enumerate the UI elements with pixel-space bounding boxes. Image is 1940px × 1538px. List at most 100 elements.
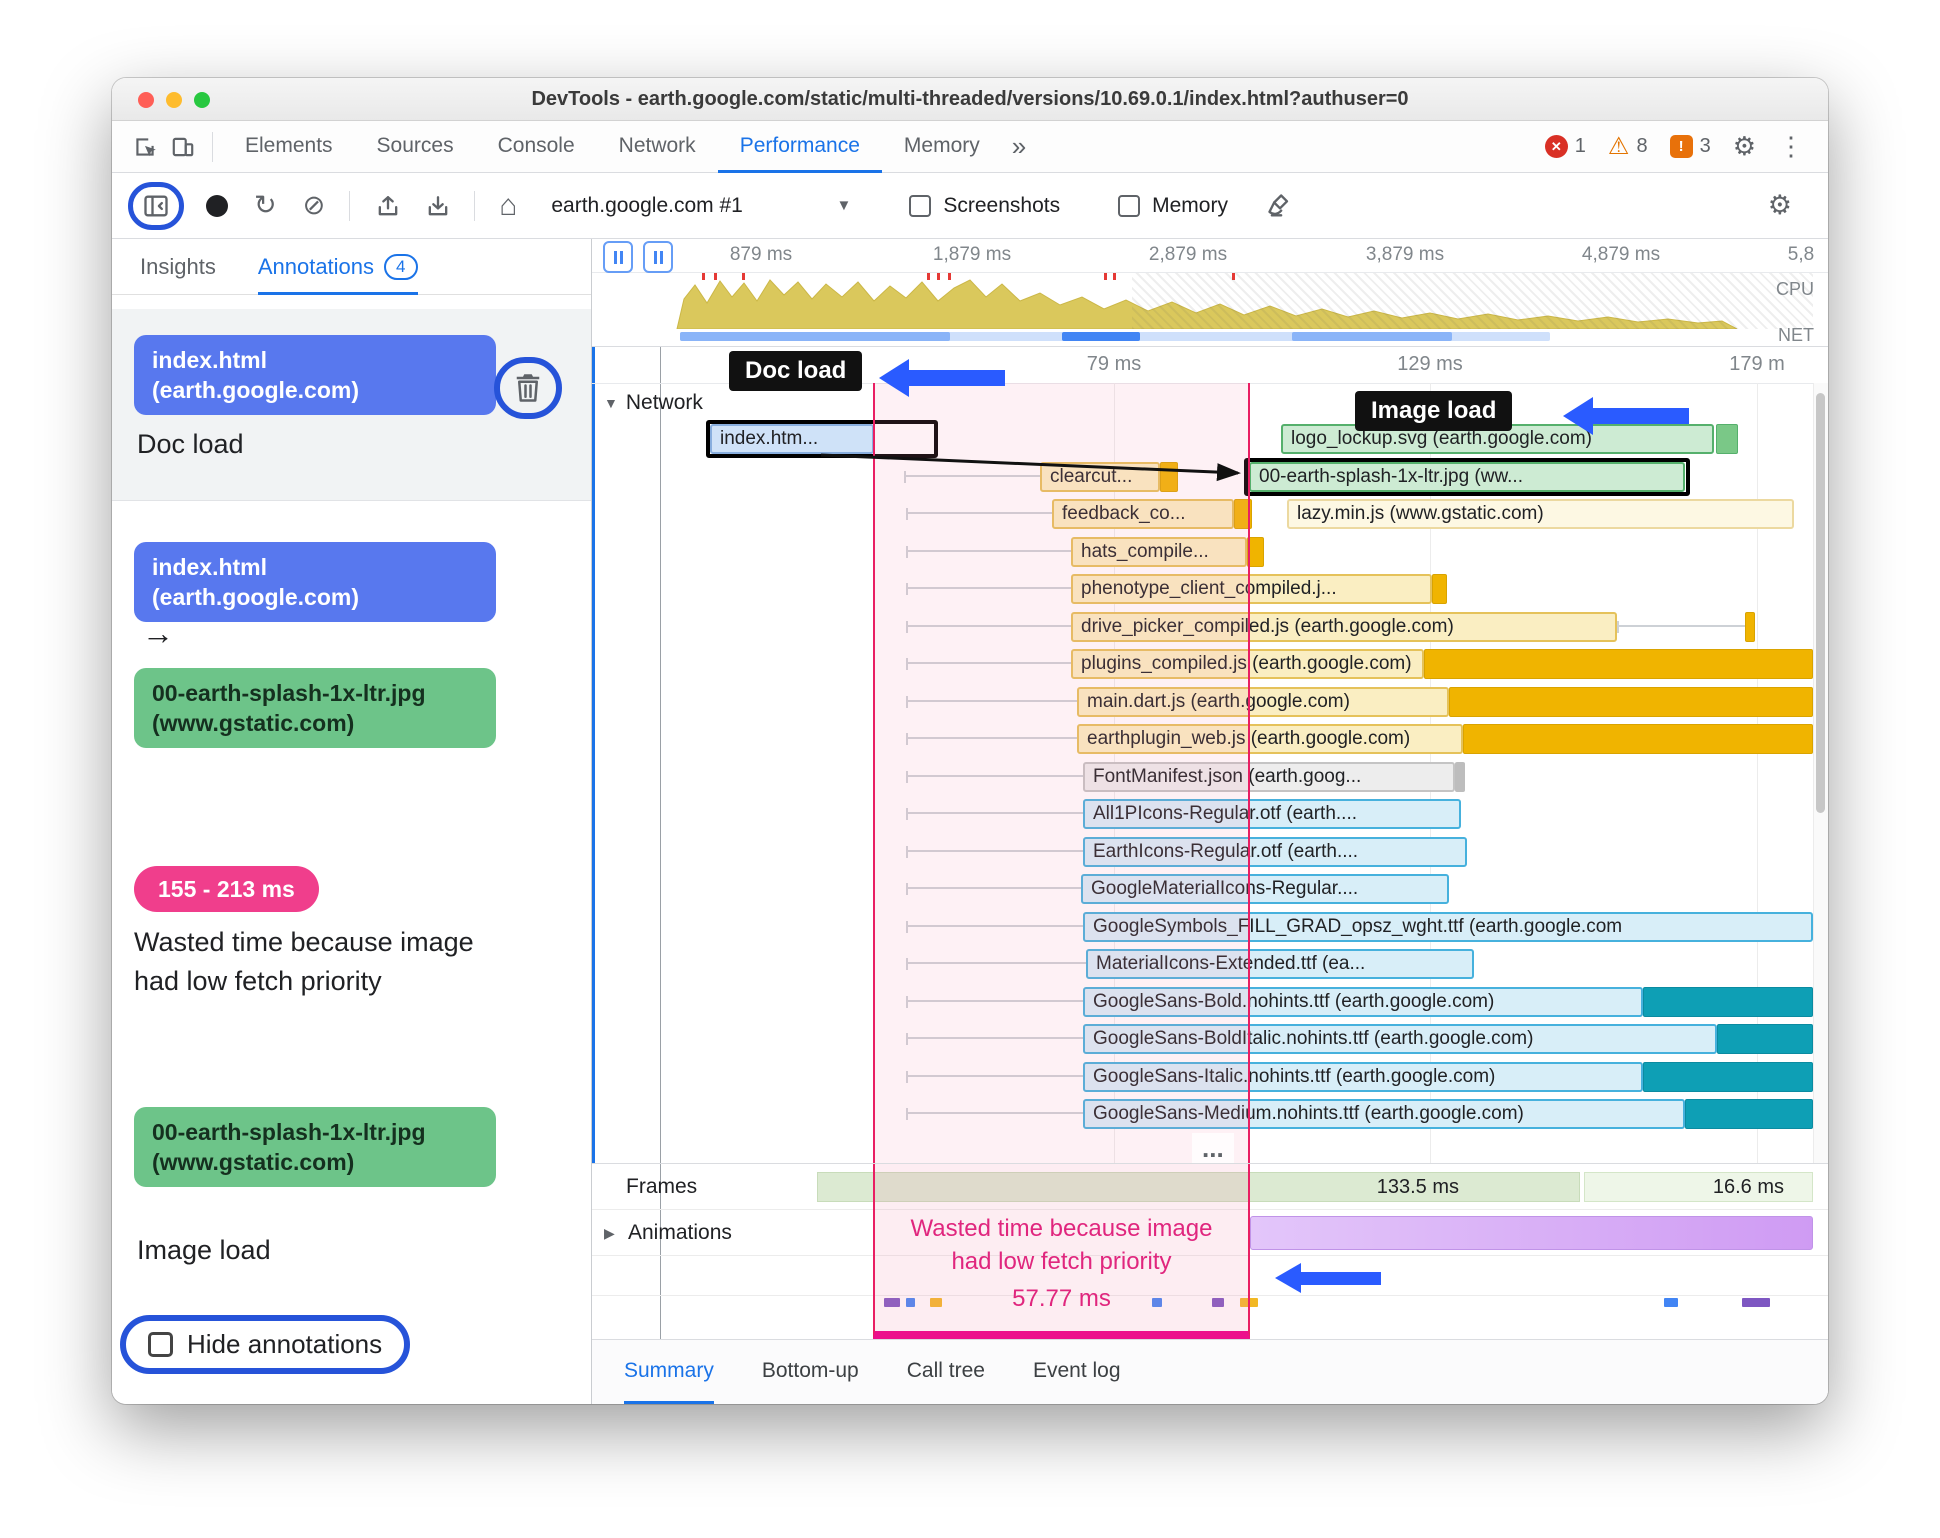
annotation-pill-link-from[interactable]: index.html (earth.google.com) — [134, 542, 496, 622]
memory-checkbox[interactable] — [1118, 194, 1141, 217]
request-bar[interactable]: lazy.min.js (www.gstatic.com) — [1287, 499, 1794, 529]
net-track-label: NET — [1778, 325, 1814, 345]
devtools-window: DevTools - earth.google.com/static/multi… — [112, 78, 1828, 1404]
network-request-row[interactable]: phenotype_client_compiled.j... — [592, 574, 1813, 604]
hide-annotations-checkbox[interactable] — [148, 1332, 173, 1357]
network-request-row[interactable]: GoogleMaterialIcons-Regular.... — [592, 874, 1813, 904]
tab-bottom-up[interactable]: Bottom-up — [762, 1340, 859, 1404]
request-bar[interactable]: GoogleSans-Italic.nohints.ttf (earth.goo… — [1083, 1061, 1643, 1092]
annotation-pill-doc-load[interactable]: index.html (earth.google.com) — [134, 335, 496, 415]
network-request-row[interactable]: plugins_compiled.js (earth.google.com) — [592, 649, 1813, 679]
request-bar[interactable]: earthplugin_web.js (earth.google.com) — [1077, 724, 1463, 754]
request-bar[interactable]: main.dart.js (earth.google.com) — [1077, 686, 1449, 717]
network-request-row[interactable]: EarthIcons-Regular.otf (earth.... — [592, 836, 1813, 867]
request-bar[interactable]: GoogleSans-Bold.nohints.ttf (earth.googl… — [1083, 986, 1643, 1017]
tab-elements[interactable]: Elements — [223, 121, 355, 173]
chevron-right-icon[interactable]: ▶ — [604, 1225, 615, 1242]
warning-badge[interactable]: ⚠ 8 — [1608, 134, 1648, 159]
clear-recording-icon[interactable]: ⊘ — [303, 190, 326, 221]
request-bar[interactable]: hats_compile... — [1071, 536, 1247, 567]
request-bar[interactable]: All1PIcons-Regular.otf (earth.... — [1083, 799, 1461, 829]
network-request-row[interactable]: MaterialIcons-Extended.ttf (ea... — [592, 949, 1813, 979]
tab-network[interactable]: Network — [597, 121, 718, 173]
home-icon[interactable]: ⌂ — [499, 189, 517, 223]
reload-and-record-icon[interactable]: ↻ — [254, 190, 277, 221]
network-request-row[interactable]: FontManifest.json (earth.goog... — [592, 761, 1813, 792]
performance-toolbar: ↻ ⊘ ⌂ earth.google.com #1 ▼ Screenshots … — [112, 173, 1828, 239]
timeline-overview[interactable]: 879 ms 1,879 ms 2,879 ms 3,879 ms 4,879 ms 5,… — [592, 239, 1828, 347]
network-request-row[interactable]: clearcut... 00-earth-splash-1x-ltr.jpg (w… — [592, 457, 1813, 496]
minimize-window-button[interactable] — [166, 92, 182, 108]
request-bar[interactable]: feedback_co... — [1052, 499, 1234, 529]
waterfall-scrollbar[interactable] — [1813, 383, 1828, 1163]
network-request-row[interactable]: GoogleSans-Italic.nohints.ttf (earth.goo… — [592, 1061, 1813, 1092]
download-profile-icon[interactable] — [424, 192, 452, 220]
request-bar[interactable]: GoogleSans-BoldItalic.nohints.ttf (earth… — [1083, 1024, 1717, 1054]
collect-garbage-icon[interactable] — [1266, 192, 1294, 220]
tab-performance[interactable]: Performance — [718, 121, 882, 173]
tab-event-log[interactable]: Event log — [1033, 1340, 1121, 1404]
trash-icon[interactable] — [513, 371, 543, 405]
network-request-row[interactable]: main.dart.js (earth.google.com) — [592, 686, 1813, 717]
toggle-sidebar-icon[interactable] — [142, 192, 170, 220]
capture-settings-gear-icon[interactable]: ⚙ — [1768, 190, 1812, 221]
network-request-row[interactable]: drive_picker_compiled.js (earth.google.c… — [592, 611, 1813, 642]
request-bar[interactable]: FontManifest.json (earth.goog... — [1083, 761, 1455, 792]
network-waterfall-panel[interactable]: 79 ms 129 ms 179 m ▼ Network index.htm... l… — [592, 347, 1828, 1164]
tab-console[interactable]: Console — [476, 121, 597, 173]
request-bar[interactable]: GoogleMaterialIcons-Regular.... — [1081, 874, 1449, 904]
request-bar[interactable]: clearcut... — [1040, 461, 1160, 492]
network-request-row[interactable]: GoogleSans-BoldItalic.nohints.ttf (earth… — [592, 1024, 1813, 1054]
request-bar[interactable]: GoogleSymbols_FILL_GRAD_opsz_wght.ttf (e… — [1083, 911, 1813, 942]
network-request-row[interactable]: feedback_co... lazy.min.js (www.gstatic.c… — [592, 499, 1813, 529]
network-request-row[interactable]: GoogleSymbols_FILL_GRAD_opsz_wght.ttf (e… — [592, 911, 1813, 942]
record-button[interactable] — [206, 194, 228, 217]
tab-memory[interactable]: Memory — [882, 121, 1002, 173]
tab-sources[interactable]: Sources — [355, 121, 476, 173]
annotation-pill-link-to[interactable]: 00-earth-splash-1x-ltr.jpg (www.gstatic.… — [134, 668, 496, 748]
request-bar[interactable]: EarthIcons-Regular.otf (earth.... — [1083, 836, 1467, 867]
breadcrumb-pause-button[interactable] — [643, 241, 673, 273]
animation-bar[interactable] — [1250, 1216, 1813, 1250]
upload-profile-icon[interactable] — [374, 192, 402, 220]
request-bar[interactable]: GoogleSans-Medium.nohints.ttf (earth.goo… — [1083, 1099, 1685, 1129]
annotation-pill-image-load[interactable]: 00-earth-splash-1x-ltr.jpg (www.gstatic.… — [134, 1107, 496, 1187]
screenshots-checkbox[interactable] — [909, 194, 932, 217]
request-bar[interactable]: MaterialIcons-Extended.ttf (ea... — [1086, 949, 1474, 979]
network-request-row[interactable]: All1PIcons-Regular.otf (earth.... — [592, 799, 1813, 829]
tab-annotations[interactable]: Annotations 4 — [258, 239, 418, 295]
frames-track[interactable]: Frames 133.5 ms 16.6 ms — [592, 1164, 1828, 1210]
error-badge[interactable]: ✕ 1 — [1544, 135, 1586, 158]
tab-insights[interactable]: Insights — [140, 239, 216, 295]
device-toolbar-icon[interactable] — [164, 128, 202, 166]
request-bar[interactable]: drive_picker_compiled.js (earth.google.c… — [1071, 611, 1617, 642]
main-thread-activity-fragment[interactable] — [1742, 1298, 1770, 1307]
network-request-row[interactable]: GoogleSans-Medium.nohints.ttf (earth.goo… — [592, 1099, 1813, 1129]
zoom-window-button[interactable] — [194, 92, 210, 108]
network-request-row[interactable]: GoogleSans-Bold.nohints.ttf (earth.googl… — [592, 986, 1813, 1017]
network-request-row[interactable]: hats_compile... — [592, 536, 1813, 567]
memory-checkbox-row[interactable]: Memory — [1118, 194, 1228, 218]
annotation-pill-time-range[interactable]: 155 - 213 ms — [134, 866, 319, 912]
request-bar[interactable]: phenotype_client_compiled.j... — [1071, 574, 1432, 604]
more-tabs-icon[interactable]: » — [1002, 131, 1036, 162]
inspect-element-icon[interactable] — [126, 128, 164, 166]
settings-gear-icon[interactable]: ⚙ — [1733, 131, 1756, 162]
kebab-menu-icon[interactable]: ⋮ — [1778, 131, 1804, 162]
issues-badge[interactable]: ! 3 — [1669, 135, 1711, 158]
tab-call-tree[interactable]: Call tree — [907, 1340, 985, 1404]
more-requests-indicator[interactable]: ... — [1192, 1133, 1234, 1163]
scrollbar-thumb[interactable] — [1816, 393, 1825, 813]
network-request-row[interactable]: earthplugin_web.js (earth.google.com) — [592, 724, 1813, 754]
screenshots-checkbox-row[interactable]: Screenshots — [909, 194, 1060, 218]
target-selector[interactable]: earth.google.com #1 ▼ — [551, 194, 851, 218]
window-titlebar[interactable]: DevTools - earth.google.com/static/multi… — [112, 78, 1828, 121]
frame-bar[interactable]: 133.5 ms — [817, 1172, 1580, 1202]
request-bar[interactable]: plugins_compiled.js (earth.google.com) — [1071, 649, 1424, 679]
close-window-button[interactable] — [138, 92, 154, 108]
breadcrumb-pause-button[interactable] — [603, 241, 633, 273]
frame-bar[interactable]: 16.6 ms — [1584, 1172, 1813, 1202]
network-track-toggle[interactable]: ▼ Network — [604, 391, 703, 415]
tab-summary[interactable]: Summary — [624, 1340, 714, 1404]
main-thread-activity-fragment[interactable] — [1664, 1298, 1678, 1307]
